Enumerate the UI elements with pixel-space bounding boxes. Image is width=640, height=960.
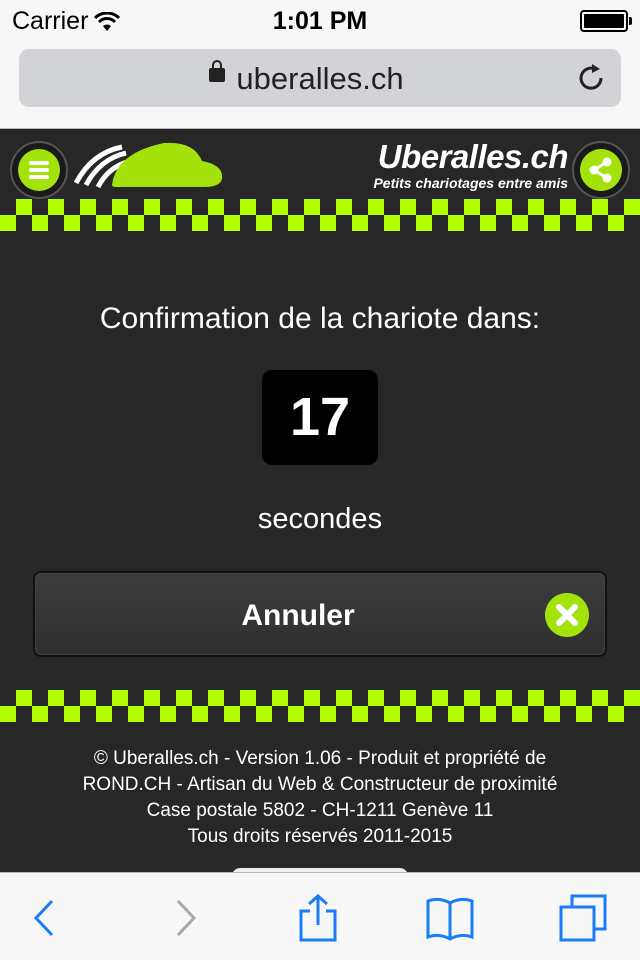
- brand: Uberalles.ch Petits chariotages entre am…: [373, 138, 569, 192]
- site-header: Uberalles.ch Petits chariotages entre am…: [0, 129, 640, 199]
- back-arrow-icon[interactable]: [20, 893, 70, 943]
- battery-icon: [580, 10, 632, 32]
- footer-line: ROND.CH - Artisan du Web & Constructeur …: [82, 774, 558, 795]
- share-icon: [580, 149, 622, 191]
- seconds-label: secondes: [257, 503, 383, 535]
- checker-divider-top: [0, 199, 640, 231]
- cancel-button[interactable]: Annuler: [33, 571, 607, 657]
- reload-icon[interactable]: [575, 62, 607, 94]
- share-button[interactable]: [572, 141, 630, 199]
- browser-toolbar: [0, 872, 640, 960]
- clock: 1:01 PM: [272, 7, 368, 35]
- car-logo-icon: [74, 142, 223, 189]
- brand-name: Uberalles.ch: [377, 138, 569, 175]
- confirmation-message: Confirmation de la chariote dans:: [99, 302, 541, 335]
- footer-line: Case postale 5802 - CH-1211 Genève 11: [146, 800, 494, 821]
- url-text: uberalles.ch: [236, 61, 404, 96]
- close-x-icon: [545, 593, 589, 637]
- footer: © Uberalles.ch - Version 1.06 - Produit …: [0, 746, 640, 850]
- footer-line: Tous droits réservés 2011-2015: [187, 826, 453, 847]
- countdown-counter: 17: [262, 370, 378, 465]
- forward-arrow-icon[interactable]: [160, 893, 210, 943]
- hamburger-menu-icon: [18, 149, 60, 191]
- brand-tagline: Petits chariotages entre amis: [373, 175, 568, 191]
- footer-line: © Uberalles.ch - Version 1.06 - Produit …: [93, 748, 547, 769]
- cancel-label: Annuler: [241, 599, 355, 632]
- browser-url-bar: uberalles.ch: [0, 40, 640, 129]
- share-upload-icon[interactable]: [293, 893, 343, 943]
- bookmarks-icon[interactable]: [425, 893, 475, 943]
- ios-status-bar: Carrier 1:01 PM: [0, 0, 640, 40]
- tabs-icon[interactable]: [558, 893, 608, 943]
- menu-button[interactable]: [10, 141, 68, 199]
- checker-divider-bottom: [0, 690, 640, 722]
- address-field[interactable]: uberalles.ch: [19, 49, 621, 107]
